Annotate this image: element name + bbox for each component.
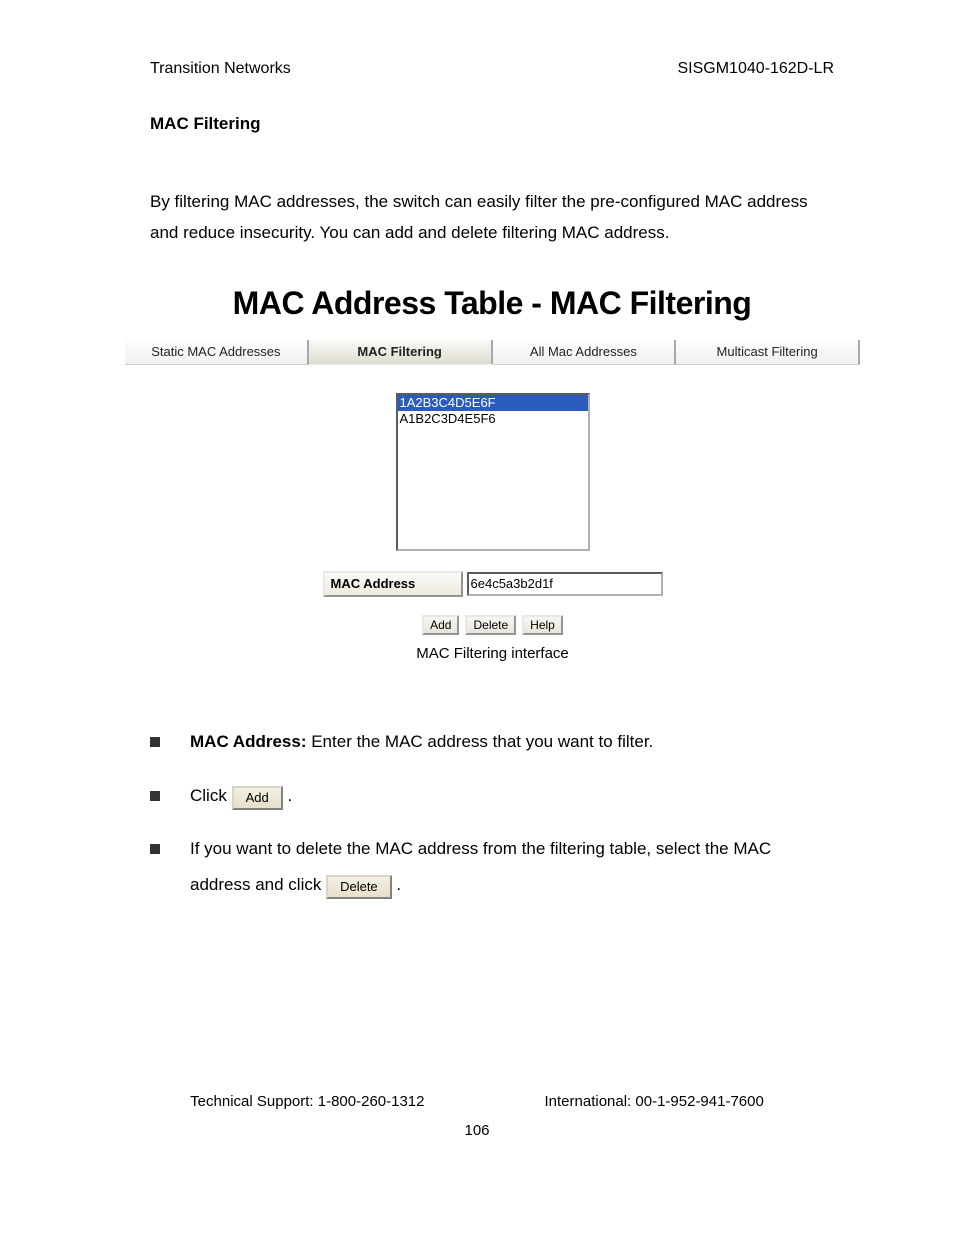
header-left: Transition Networks bbox=[150, 60, 291, 78]
tab-static-mac[interactable]: Static MAC Addresses bbox=[125, 340, 309, 365]
mac-listbox[interactable]: 1A2B3C4D5E6F A1B2C3D4E5F6 bbox=[396, 393, 590, 551]
mac-address-input[interactable] bbox=[467, 572, 663, 596]
inline-delete-button: Delete bbox=[326, 875, 392, 899]
header-right: SISGM1040-162D-LR bbox=[677, 60, 834, 78]
bullet-icon bbox=[150, 791, 160, 801]
tab-mac-filtering[interactable]: MAC Filtering bbox=[309, 340, 493, 364]
tab-bar: Static MAC Addresses MAC Filtering All M… bbox=[125, 340, 860, 365]
help-button[interactable]: Help bbox=[522, 615, 563, 635]
mac-address-label: MAC Address bbox=[323, 571, 463, 597]
delete-button[interactable]: Delete bbox=[465, 615, 516, 635]
bullet-icon bbox=[150, 844, 160, 854]
bullet-icon bbox=[150, 737, 160, 747]
footer-international: International: 00-1-952-941-7600 bbox=[545, 1093, 764, 1110]
tab-multicast[interactable]: Multicast Filtering bbox=[676, 340, 860, 365]
section-title: MAC Filtering bbox=[150, 114, 834, 134]
mac-filtering-figure: MAC Address Table - MAC Filtering Static… bbox=[125, 285, 859, 662]
figure-caption: MAC Filtering interface bbox=[125, 645, 860, 662]
page-header: Transition Networks SISGM1040-162D-LR bbox=[150, 60, 834, 78]
bullet-item: Click Add . bbox=[190, 778, 834, 814]
page-number: 106 bbox=[0, 1122, 954, 1139]
tab-all-mac[interactable]: All Mac Addresses bbox=[493, 340, 677, 365]
page-footer: Technical Support: 1-800-260-1312 Intern… bbox=[0, 1093, 954, 1139]
section-intro: By filtering MAC addresses, the switch c… bbox=[150, 186, 834, 249]
bullet-item: MAC Address: Enter the MAC address that … bbox=[190, 724, 834, 760]
add-button[interactable]: Add bbox=[422, 615, 459, 635]
list-item[interactable]: 1A2B3C4D5E6F bbox=[398, 395, 588, 411]
bullet-item: If you want to delete the MAC address fr… bbox=[190, 831, 834, 902]
bullet-label: MAC Address: bbox=[190, 732, 307, 751]
footer-support: Technical Support: 1-800-260-1312 bbox=[190, 1093, 424, 1110]
figure-heading: MAC Address Table - MAC Filtering bbox=[125, 285, 859, 322]
bullet-list: MAC Address: Enter the MAC address that … bbox=[150, 724, 834, 903]
list-item[interactable]: A1B2C3D4E5F6 bbox=[398, 411, 588, 427]
inline-add-button: Add bbox=[232, 786, 283, 810]
